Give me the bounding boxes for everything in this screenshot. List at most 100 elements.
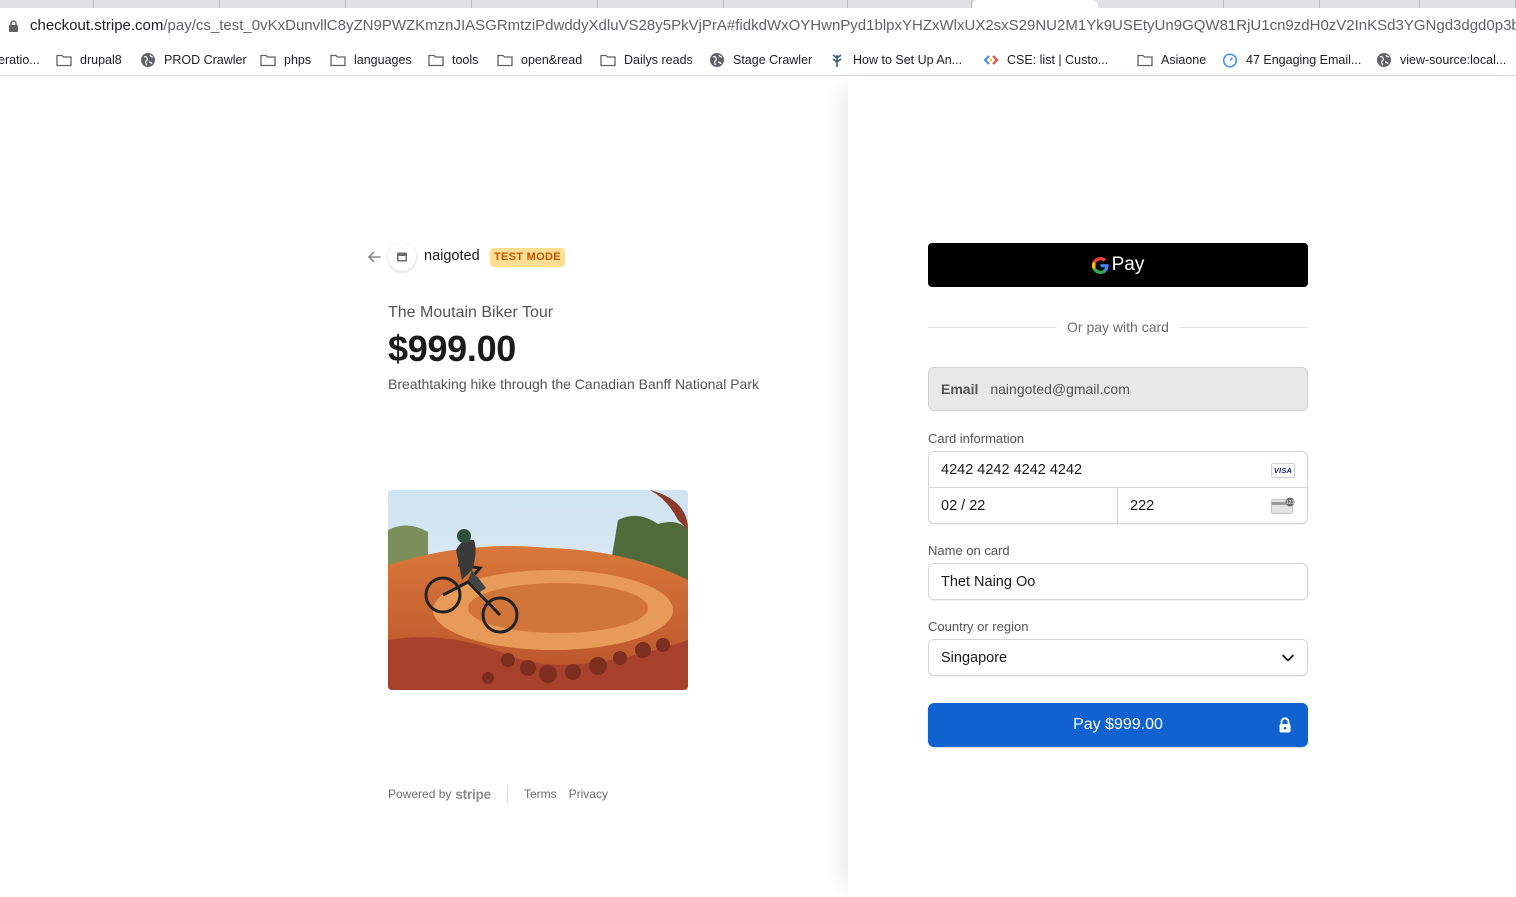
lock-icon[interactable] — [8, 20, 19, 32]
email-value: naingoted@gmail.com — [990, 381, 1130, 397]
country-label: Country or region — [928, 619, 1029, 634]
browser-tab[interactable] — [1320, 0, 1420, 8]
name-on-card-input[interactable]: Thet Naing Oo — [928, 563, 1308, 600]
bookmark-label: 47 Engaging Email... — [1246, 53, 1362, 67]
bookmark-item[interactable]: languages — [330, 50, 412, 70]
bookmark-label: PROD Crawler — [164, 53, 247, 67]
address-bar[interactable]: checkout.stripe.com/pay/cs_test_0vKxDunv… — [0, 8, 1516, 44]
google-pay-button[interactable]: Pay — [928, 243, 1308, 287]
card-expiry-value: 02 / 22 — [941, 497, 986, 514]
bookmark-item[interactable]: drupal8 — [56, 50, 122, 70]
bookmark-item[interactable]: Stage Crawler — [709, 50, 812, 70]
cvc-card-icon: 123 — [1271, 497, 1295, 514]
bookmark-item[interactable]: CSE: list | Custo... — [983, 50, 1108, 70]
folder-icon — [330, 52, 346, 68]
bookmark-item[interactable]: PROD Crawler — [140, 50, 247, 70]
name-on-card-value: Thet Naing Oo — [941, 573, 1036, 590]
folder-icon — [497, 52, 513, 68]
globe-icon — [709, 52, 725, 68]
bookmark-item[interactable]: How to Set Up An... — [829, 50, 962, 70]
tab-strip — [0, 0, 1516, 8]
bookmark-item[interactable]: view-source:local... — [1376, 50, 1506, 70]
footer: Powered by stripe Terms Privacy — [388, 785, 620, 803]
product-price: $999.00 — [388, 328, 517, 369]
timer-icon — [1222, 52, 1238, 68]
card-number-input[interactable]: 4242 4242 4242 4242 VISA — [929, 452, 1307, 488]
country-value: Singapore — [941, 649, 1008, 666]
product-name: The Moutain Biker Tour — [388, 304, 554, 321]
card-cvc-input[interactable]: 222 123 — [1118, 488, 1307, 523]
chevron-down-icon — [1282, 654, 1294, 662]
country-select[interactable]: Singapore — [928, 639, 1308, 676]
powered-by-text: Powered by — [388, 787, 452, 801]
browser-tab[interactable] — [472, 0, 598, 8]
browser-tab[interactable] — [724, 0, 848, 8]
bookmark-item[interactable]: 47 Engaging Email... — [1222, 50, 1361, 70]
bookmark-label: languages — [354, 53, 412, 67]
bookmark-item[interactable]: phps — [260, 50, 311, 70]
folder-icon — [600, 52, 616, 68]
url-text[interactable]: checkout.stripe.com/pay/cs_test_0vKxDunv… — [30, 17, 1516, 34]
bookmark-label: How to Set Up An... — [853, 53, 963, 67]
bookmark-item[interactable]: Dailys reads — [600, 50, 693, 70]
folder-icon — [56, 52, 72, 68]
browser-tab-active[interactable] — [972, 0, 1098, 8]
folder-icon — [428, 52, 444, 68]
divider-line — [1178, 326, 1308, 328]
bookmark-label: CSE: list | Custo... — [1007, 53, 1109, 67]
google-g-icon — [1091, 256, 1109, 274]
browser-tab[interactable] — [94, 0, 220, 8]
bookmark-label: Asiaone — [1161, 53, 1207, 67]
name-on-card-label: Name on card — [928, 543, 1010, 558]
bookmark-item[interactable]: Asiaone — [1137, 50, 1206, 70]
browser-tab[interactable] — [220, 0, 346, 8]
bookmark-item[interactable]: open&read — [497, 50, 582, 70]
svg-text:123: 123 — [1286, 500, 1295, 506]
bookmark-label: phps — [284, 53, 312, 67]
or-divider: Or pay with card — [928, 318, 1308, 336]
email-label: Email — [941, 381, 979, 397]
card-information-label: Card information — [928, 431, 1025, 446]
browser-tab[interactable] — [1420, 0, 1516, 8]
card-number-value: 4242 4242 4242 4242 — [941, 461, 1083, 478]
product-description: Breathtaking hike through the Canadian B… — [388, 376, 759, 392]
browser-tab[interactable] — [1224, 0, 1320, 8]
email-field[interactable]: Email naingoted@gmail.com — [928, 367, 1308, 411]
browser-tab[interactable] — [848, 0, 972, 8]
bookmark-item[interactable]: tools — [428, 50, 478, 70]
bookmark-label: tools — [452, 53, 479, 67]
terms-link[interactable]: Terms — [524, 787, 557, 801]
browser-tab[interactable] — [346, 0, 472, 8]
url-host: checkout.stripe.com — [30, 17, 164, 34]
folder-icon — [1137, 52, 1153, 68]
bookmark-label: eratio... — [0, 53, 40, 67]
pay-button-label: Pay $999.00 — [1073, 716, 1163, 733]
lock-icon — [1279, 717, 1291, 733]
bookmark-label: view-source:local... — [1400, 53, 1507, 67]
or-pay-with-card-text: Or pay with card — [1067, 319, 1169, 335]
browser-tab[interactable] — [1098, 0, 1224, 8]
bookmarks-bar: eratio... drupal8 PROD Crawler phps lang… — [0, 44, 1516, 76]
back-arrow-icon[interactable] — [366, 249, 382, 265]
product-image — [388, 490, 688, 690]
privacy-link[interactable]: Privacy — [569, 787, 608, 801]
card-expiry-input[interactable]: 02 / 22 — [929, 488, 1118, 523]
footer-divider — [506, 785, 508, 803]
merchant-name: naigoted — [424, 248, 480, 264]
bookmark-label: Dailys reads — [624, 53, 693, 67]
card-information-group: 4242 4242 4242 4242 VISA 02 / 22 222 123 — [928, 451, 1308, 524]
bookmark-label: open&read — [521, 53, 583, 67]
globe-icon — [1376, 52, 1392, 68]
bookmark-item[interactable]: eratio... — [0, 50, 40, 70]
merchant-store-icon — [388, 243, 416, 271]
folder-icon — [260, 52, 276, 68]
browser-tab[interactable] — [0, 0, 94, 8]
pay-button[interactable]: Pay $999.00 — [928, 703, 1308, 747]
tree-icon — [829, 52, 845, 68]
browser-tab[interactable] — [598, 0, 724, 8]
stripe-logo[interactable]: stripe — [455, 787, 491, 802]
google-pay-label: Pay — [1111, 254, 1145, 275]
divider-line — [928, 326, 1058, 328]
payment-form-pane: Pay Or pay with card Email naingoted@gma… — [848, 77, 1516, 897]
test-mode-badge: TEST MODE — [490, 248, 565, 267]
